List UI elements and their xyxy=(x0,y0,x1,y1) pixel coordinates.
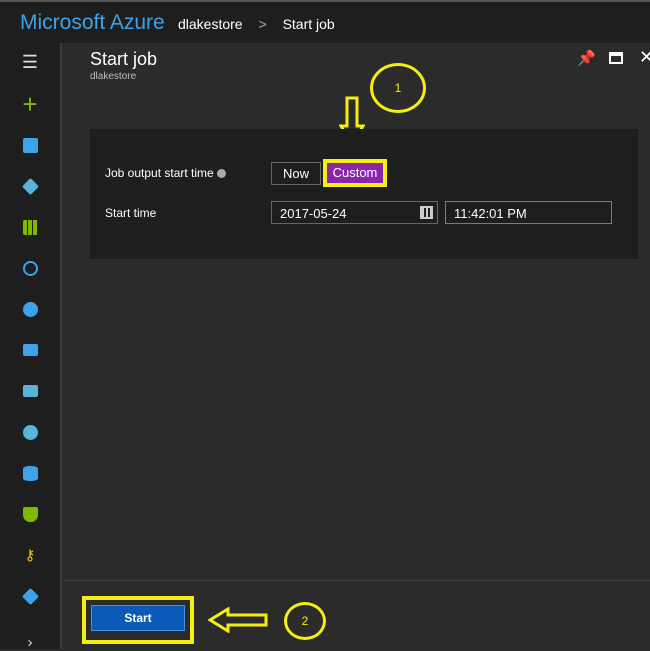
custom-option-button[interactable]: Custom xyxy=(323,159,387,187)
top-bar: Microsoft Azure dlakestore > Start job xyxy=(0,0,650,43)
maximize-icon[interactable] xyxy=(609,52,623,64)
close-icon[interactable]: ✕ xyxy=(639,47,650,68)
page-subtitle: dlakestore xyxy=(90,71,137,82)
page-title: Start job xyxy=(90,49,158,69)
security-lock-icon[interactable] xyxy=(21,505,39,523)
annotation-step-2: 2 xyxy=(284,602,326,640)
app-services-icon[interactable] xyxy=(21,300,39,318)
annotation-step-1: 1 xyxy=(370,63,426,113)
sidebar: ☰ + ⚷ › xyxy=(0,43,62,651)
key-icon[interactable]: ⚷ xyxy=(21,546,39,564)
recent-clock-icon[interactable] xyxy=(21,259,39,277)
output-start-time-label: Job output start time xyxy=(105,166,214,180)
start-date-input[interactable]: 2017-05-24 xyxy=(271,201,438,224)
start-time-label: Start time xyxy=(105,206,157,220)
start-job-blade: Start job dlakestore 📌 ✕ 1 Job output st… xyxy=(64,43,650,649)
annotation-arrow-left-icon xyxy=(208,607,268,633)
calendar-icon[interactable] xyxy=(420,206,433,219)
sql-database-icon[interactable] xyxy=(21,464,39,482)
pin-icon[interactable]: 📌 xyxy=(577,49,596,67)
job-settings-form: Job output start time Now Custom Start t… xyxy=(90,129,638,259)
resource-groups-icon[interactable] xyxy=(21,177,39,195)
hamburger-menu-icon[interactable]: ☰ xyxy=(21,52,39,72)
start-button-highlight: Start xyxy=(82,596,194,644)
breadcrumb-separator-icon: > xyxy=(258,16,267,32)
chevron-right-icon[interactable]: › xyxy=(21,633,39,651)
now-option-button[interactable]: Now xyxy=(271,162,321,185)
cloud-icon[interactable] xyxy=(21,423,39,441)
info-icon[interactable] xyxy=(216,169,226,179)
breadcrumb-dlakestore[interactable]: dlakestore xyxy=(178,16,243,32)
blade-footer: Start 2 xyxy=(64,580,650,649)
breadcrumb-start-job[interactable]: Start job xyxy=(283,16,335,32)
cloud-services-icon[interactable] xyxy=(21,382,39,400)
all-resources-icon[interactable] xyxy=(21,218,39,236)
breadcrumb: dlakestore > Start job xyxy=(178,16,347,32)
new-plus-icon[interactable]: + xyxy=(21,89,39,119)
start-date-value: 2017-05-24 xyxy=(280,206,347,221)
virtual-machines-icon[interactable] xyxy=(21,341,39,359)
start-time-input[interactable]: 11:42:01 PM xyxy=(445,201,612,224)
dashboard-icon[interactable] xyxy=(21,136,39,154)
devops-icon[interactable] xyxy=(21,587,39,605)
output-start-time-row: Job output start time xyxy=(105,166,226,180)
start-button[interactable]: Start xyxy=(91,605,185,631)
brand-logo[interactable]: Microsoft Azure xyxy=(20,11,165,35)
